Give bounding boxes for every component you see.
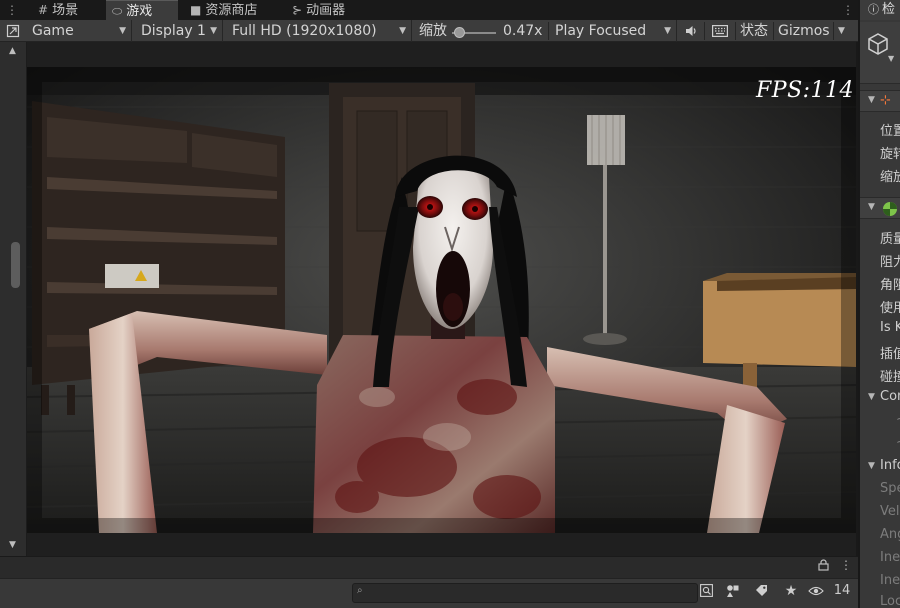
gizmos-chevron-down-icon[interactable]: ▼ xyxy=(838,20,845,42)
toolbar-divider xyxy=(833,22,834,40)
scale-label: 缩放 xyxy=(419,23,447,39)
scroll-down-arrow-icon[interactable]: ▼ xyxy=(9,540,16,550)
chevron-down-icon: ▼ xyxy=(399,26,406,36)
grid-icon: # xyxy=(38,3,49,17)
foldout-arrow-icon[interactable]: ▼ xyxy=(868,95,875,105)
toolbar-divider xyxy=(773,22,774,40)
display-dropdown[interactable]: Display 1 ▼ xyxy=(135,20,223,42)
search-filter-icon[interactable] xyxy=(696,580,716,602)
transform-component-header[interactable]: ▼ ⊹ xyxy=(860,90,900,112)
rigidbody-row-angular-drag: 角阻 xyxy=(880,278,900,293)
tab-asset-store[interactable]: ■ 资源商店 xyxy=(184,0,282,20)
transform-row-rotation: 旋转 xyxy=(880,147,900,162)
rigidbody-row-use-gravity: 使用 xyxy=(880,301,900,316)
gameobject-cube-icon xyxy=(868,33,888,55)
search-icon: ⌕ xyxy=(357,585,363,596)
store-bag-icon: ■ xyxy=(190,3,202,17)
transform-axes-icon: ⊹ xyxy=(880,93,891,108)
rigidbody-component-header[interactable]: ▼ xyxy=(860,197,900,219)
info-circle-icon: ⓘ xyxy=(868,3,879,16)
gizmos-button[interactable]: Gizmos xyxy=(778,20,830,42)
tab-inspector[interactable]: ⓘ 检 xyxy=(860,0,900,20)
chevron-down-icon: ▼ xyxy=(664,26,671,36)
rigidbody-row-collision: 碰撞 xyxy=(880,370,900,385)
constraints-subrow: ~ xyxy=(896,412,900,427)
tab-animator[interactable]: ⊱ 动画器 xyxy=(286,0,376,20)
info-foldout[interactable]: Info xyxy=(880,458,900,473)
animator-icon: ⊱ xyxy=(292,3,303,17)
transform-row-position: 位置 xyxy=(880,124,900,139)
info-row-velocity: Vel xyxy=(880,504,900,519)
rigidbody-row-drag: 阻力 xyxy=(880,255,900,270)
foldout-arrow-icon[interactable]: ▼ xyxy=(868,392,875,402)
foldout-arrow-icon[interactable]: ▼ xyxy=(868,461,875,471)
info-row-inertia-rotation: Ine xyxy=(880,573,900,588)
game-render-image[interactable] xyxy=(27,67,856,533)
play-mode-dropdown[interactable]: Play Focused ▼ xyxy=(549,20,677,42)
chevron-down-icon[interactable]: ▼ xyxy=(888,54,894,63)
fps-counter: FPS:114 xyxy=(756,78,855,103)
info-row-local-center: Loc xyxy=(880,594,900,608)
transform-row-scale: 缩放 xyxy=(880,170,900,185)
stats-button[interactable]: 状态 xyxy=(740,20,768,42)
inspector-panel: ⓘ检 ▼ ▼ ⊹ 位置 旋转 缩放 ▼ 质量 阻力 角阻 使用 Is K 插值 … xyxy=(858,0,900,608)
scroll-up-arrow-icon[interactable]: ▲ xyxy=(9,46,16,56)
info-row-speed: Spe xyxy=(880,481,900,496)
scale-slider-handle[interactable] xyxy=(453,27,465,38)
maximize-view-icon[interactable] xyxy=(2,20,24,42)
info-row-inertia-tensor: Ine xyxy=(880,550,900,565)
label-filter-icon[interactable] xyxy=(750,580,772,602)
foldout-arrow-icon[interactable]: ▼ xyxy=(868,202,875,212)
chevron-down-icon: ▼ xyxy=(119,26,126,36)
resolution-dropdown[interactable]: Full HD (1920x1080) ▼ xyxy=(226,20,412,42)
audio-speaker-icon[interactable] xyxy=(680,20,702,42)
console-search-input[interactable] xyxy=(369,585,689,601)
constraints-foldout[interactable]: Con xyxy=(880,389,900,404)
rigidbody-icon xyxy=(883,202,897,216)
tab-game[interactable]: ⬭ 游戏 xyxy=(106,0,178,20)
hidden-count-badge: 14 xyxy=(833,583,851,598)
info-row-angular-velocity: Ang xyxy=(880,527,900,542)
inspector-object-header: ▼ xyxy=(860,22,900,84)
type-filter-icon[interactable] xyxy=(722,580,744,602)
lock-icon[interactable] xyxy=(818,559,829,574)
vertical-scrollbar-thumb[interactable] xyxy=(11,242,20,288)
console-options-icon[interactable]: ⋮ xyxy=(840,558,852,572)
view-type-dropdown[interactable]: Game ▼ xyxy=(26,20,132,42)
keyboard-icon[interactable] xyxy=(708,20,732,42)
constraints-subrow: ~ xyxy=(896,435,900,450)
visibility-eye-icon[interactable] xyxy=(806,580,826,602)
panel-menu-icon[interactable]: ⋮ xyxy=(6,0,18,20)
rigidbody-row-is-kinematic: Is K xyxy=(880,320,900,335)
left-scroll-strip xyxy=(0,42,27,556)
tab-scene[interactable]: # 场景 xyxy=(32,0,106,20)
toolbar-divider xyxy=(735,22,736,40)
console-search-field[interactable]: ⌕ xyxy=(352,583,698,603)
gamepad-icon: ⬭ xyxy=(112,4,123,18)
rigidbody-row-mass: 质量 xyxy=(880,232,900,247)
favorites-star-icon[interactable]: ★ xyxy=(780,580,802,602)
chevron-down-icon: ▼ xyxy=(210,26,217,36)
toolbar-divider xyxy=(704,22,705,40)
editor-tab-bar: ⋮ # 场景 ⬭ 游戏 ■ 资源商店 ⊱ 动画器 ⋮ xyxy=(0,0,858,20)
rigidbody-row-interpolate: 插值 xyxy=(880,347,900,362)
scale-value: 0.47x xyxy=(503,23,543,39)
panel-options-icon[interactable]: ⋮ xyxy=(842,0,854,20)
